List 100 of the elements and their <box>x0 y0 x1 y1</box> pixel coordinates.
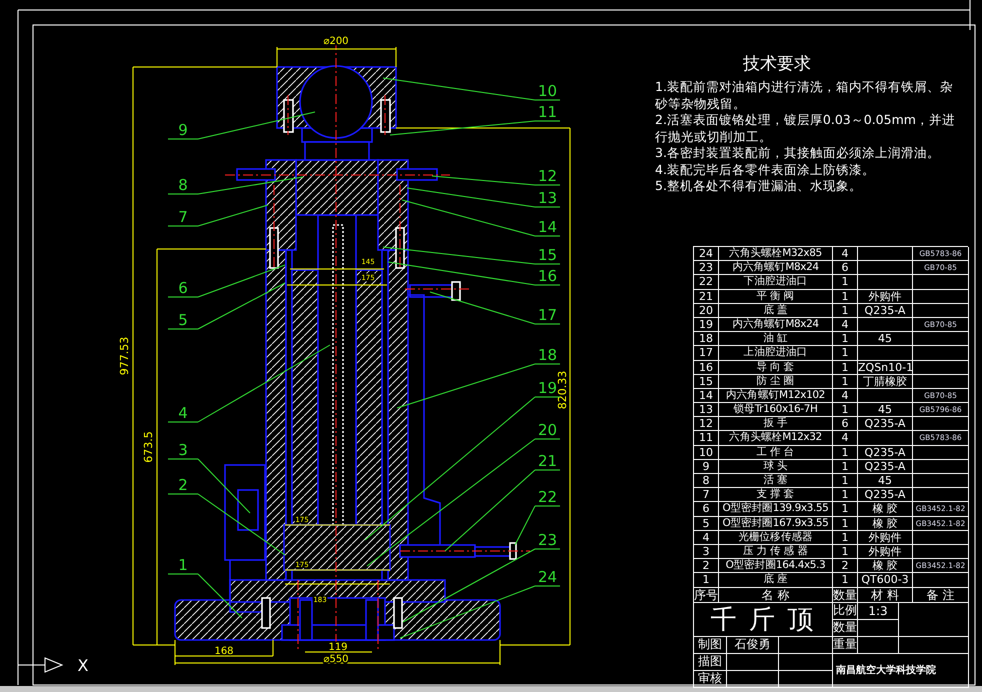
center-line <box>384 94 386 136</box>
part-name-cell: 内六角螺钉M8x24 <box>719 261 833 276</box>
part-number-label: 2 <box>178 476 188 494</box>
part-number-cell: 4 <box>694 530 719 545</box>
drafter-name: 石俊勇 <box>727 636 779 654</box>
table-cell <box>899 602 969 636</box>
requirement-text: 2.活塞表面镀铬处理，镀层厚0.03～0.05mm，并进行抛光或切削加工。 <box>655 112 955 145</box>
material-cell: Q235-A <box>858 460 913 474</box>
part-number-label: 12 <box>538 167 558 185</box>
part-number-label: 24 <box>538 568 558 586</box>
material-cell <box>858 318 913 332</box>
part-name-cell: 六角头螺栓M12x32 <box>719 431 833 446</box>
part-number-cell: 2 <box>694 559 719 574</box>
material-cell: 橡 胶 <box>858 559 913 574</box>
quantity-cell: 2 <box>833 559 858 574</box>
quantity-cell: 1 <box>833 290 858 304</box>
material-cell <box>858 388 913 404</box>
requirements-title: 技术要求 <box>743 53 811 75</box>
column-header: 备 注 <box>913 588 969 602</box>
quantity-cell: 1 <box>833 530 858 545</box>
part-number-cell: 17 <box>694 346 719 360</box>
part-number-cell: 24 <box>694 247 719 262</box>
requirement-text: 5.整机各处不得有泄漏油、水现象。 <box>655 178 863 194</box>
part-number-label: 19 <box>538 379 558 397</box>
quantity-cell: 1 <box>833 573 858 588</box>
school-name: 南昌航空大学科技学院 <box>833 654 969 688</box>
ucs-axis-icon <box>18 658 64 672</box>
quantity-cell: 1 <box>833 502 858 517</box>
standard-cell <box>913 488 969 502</box>
quantity-cell: 1 <box>833 544 858 560</box>
material-cell <box>858 261 913 276</box>
quantity-cell: 1 <box>833 516 858 531</box>
field-label: 重量 <box>833 636 858 654</box>
center-line <box>404 288 470 290</box>
part-name-cell: 六角头螺栓M32x85 <box>719 247 833 262</box>
quantity-cell: 1 <box>833 360 858 375</box>
part-name-cell: 锁母Tr160x16-7H <box>719 403 833 418</box>
part-number-label: 16 <box>538 267 558 285</box>
part-name-cell: 球 头 <box>719 460 833 474</box>
column-header: 数量 <box>833 588 858 602</box>
quantity-cell: 4 <box>833 431 858 446</box>
part-number-label: 20 <box>538 421 558 439</box>
material-cell: 45 <box>858 332 913 346</box>
dimension-label: 820.33 <box>556 370 569 410</box>
material-cell <box>858 275 913 290</box>
requirement-text: 4.装配完毕后各零件表面涂上防锈漆。 <box>655 162 876 178</box>
table-cell <box>779 636 833 654</box>
part-name-cell: 扳 手 <box>719 417 833 432</box>
dimension-label: 168 <box>214 646 234 657</box>
material-cell <box>858 431 913 446</box>
standard-cell <box>913 446 969 460</box>
standard-cell <box>913 290 969 304</box>
part-name-cell: 导 向 套 <box>719 360 833 375</box>
field-label: 数量 <box>833 620 858 636</box>
standard-cell <box>913 374 969 389</box>
part-name-cell: 压 力 传 感 器 <box>719 544 833 560</box>
material-cell: Q235-A <box>858 417 913 432</box>
table-cell <box>779 670 833 688</box>
material-cell: 橡 胶 <box>858 516 913 531</box>
part-name-cell: 光栅位移传感器 <box>719 530 833 545</box>
part-number-cell: 23 <box>694 261 719 276</box>
standard-cell <box>913 474 969 488</box>
part-name-cell: O型密封圈164.4x5.3 <box>719 559 833 574</box>
part-number-label: 18 <box>538 346 558 364</box>
material-cell: 橡 胶 <box>858 502 913 517</box>
field-label: 描图 <box>694 654 727 670</box>
standard-cell <box>913 417 969 432</box>
table-cell <box>727 670 779 688</box>
part-number-label: 14 <box>538 218 558 236</box>
material-cell: Q235-A <box>858 488 913 502</box>
part-number-cell: 10 <box>694 446 719 460</box>
table-cell <box>779 654 833 670</box>
part-name-cell: O型密封圈167.9x3.55 <box>719 516 833 531</box>
material-cell: ZQSn10-1 <box>858 360 913 375</box>
part-number-cell: 1 <box>694 573 719 588</box>
part-number-cell: 14 <box>694 388 719 404</box>
quantity-cell: 1 <box>833 446 858 460</box>
part-number-label: 9 <box>178 121 188 139</box>
part-name-cell: 底 座 <box>719 573 833 588</box>
material-cell <box>858 346 913 360</box>
quantity-cell: 1 <box>833 374 858 389</box>
part-number-cell: 7 <box>694 488 719 502</box>
drawing-title: 千 斤 顶 <box>694 602 833 636</box>
quantity-cell: 1 <box>833 403 858 418</box>
part-number-cell: 15 <box>694 374 719 389</box>
part-number-label: 6 <box>178 279 188 297</box>
part-number-label: 10 <box>538 82 558 100</box>
standard-cell <box>913 346 969 360</box>
dimension-label: ⌀550 <box>323 654 349 665</box>
quantity-cell: 1 <box>833 460 858 474</box>
part-name-cell: 内六角螺钉M8x24 <box>719 318 833 332</box>
table-cell <box>858 620 899 636</box>
quantity-cell: 1 <box>833 304 858 318</box>
part-number-label: 15 <box>538 246 558 264</box>
quantity-cell: 6 <box>833 261 858 276</box>
part-number-label: 17 <box>538 306 558 324</box>
part-number-label: 11 <box>538 103 558 121</box>
material-cell: 丁腈橡胶 <box>858 374 913 389</box>
part-number-cell: 12 <box>694 417 719 432</box>
standard-cell <box>913 573 969 588</box>
